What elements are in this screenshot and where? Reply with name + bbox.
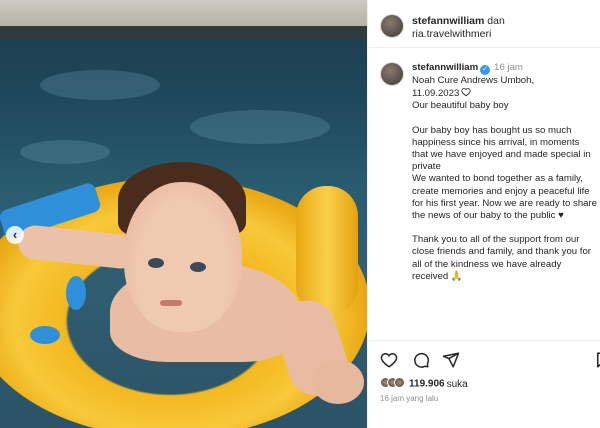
post-photo[interactable]: ‹ xyxy=(0,0,367,428)
post-sidebar: stefannwilliam dan ria.travelwithmeri st… xyxy=(367,0,600,428)
caption-username[interactable]: stefannwilliam xyxy=(412,62,478,73)
share-icon[interactable] xyxy=(442,351,460,369)
float-handle xyxy=(296,186,358,316)
liker-avatars xyxy=(380,377,405,391)
caption-para-2: We wanted to bond together as a family, … xyxy=(412,173,598,222)
caption-time[interactable]: 16 jam xyxy=(494,62,523,73)
comment-icon[interactable] xyxy=(412,351,430,369)
caption-para-1: Our baby boy has bought us so much happi… xyxy=(412,124,591,173)
author-link-2[interactable]: ria.travelwithmeri xyxy=(412,28,491,40)
float-dot xyxy=(30,326,60,344)
pool-edge-shadow xyxy=(0,26,367,40)
author-connector: dan xyxy=(487,15,505,27)
caption-title-line2: 11.09.2023 xyxy=(412,88,460,100)
likes-label: suka xyxy=(446,378,468,390)
carousel-prev-button[interactable]: ‹ xyxy=(6,226,24,244)
caption-line-beautiful: Our beautiful baby boy xyxy=(412,100,509,112)
pool-edge xyxy=(0,0,367,26)
heart-icon[interactable] xyxy=(380,351,398,369)
water-ripple xyxy=(20,140,110,164)
verified-badge-icon: ✓ xyxy=(480,65,491,75)
caption-para-3: Thank you to all of the support from our… xyxy=(412,234,592,282)
baby-hand xyxy=(312,360,364,404)
caption-avatar[interactable] xyxy=(380,62,404,86)
post-authors: stefannwilliam dan ria.travelwithmeri xyxy=(412,15,505,41)
caption-heart-icon[interactable] xyxy=(461,87,471,97)
post-actions: 119.906 suka 16 jam yang lalu xyxy=(368,340,600,428)
water-ripple xyxy=(40,70,160,100)
liker-avatar xyxy=(394,377,405,388)
baby-eye-right xyxy=(190,262,206,272)
post-header: stefannwilliam dan ria.travelwithmeri xyxy=(368,0,600,48)
bookmark-icon[interactable] xyxy=(594,351,600,369)
author-link-1[interactable]: stefannwilliam xyxy=(412,15,484,27)
baby-eye-left xyxy=(148,258,164,268)
post-caption: stefannwilliam ✓ 16 jam Noah Cure Andrews … xyxy=(412,62,598,283)
baby-head xyxy=(124,182,242,332)
post-timestamp[interactable]: 16 jam yang lalu xyxy=(380,394,438,403)
likes-count: 119.906 xyxy=(409,378,445,390)
baby-mouth xyxy=(160,300,182,306)
float-dot xyxy=(66,276,86,310)
water-ripple xyxy=(190,110,330,144)
caption-title-line1: Noah Cure Andrews Umboh, xyxy=(412,75,535,86)
likes-summary[interactable]: 119.906 suka xyxy=(380,377,468,391)
author-avatar[interactable] xyxy=(380,14,404,38)
